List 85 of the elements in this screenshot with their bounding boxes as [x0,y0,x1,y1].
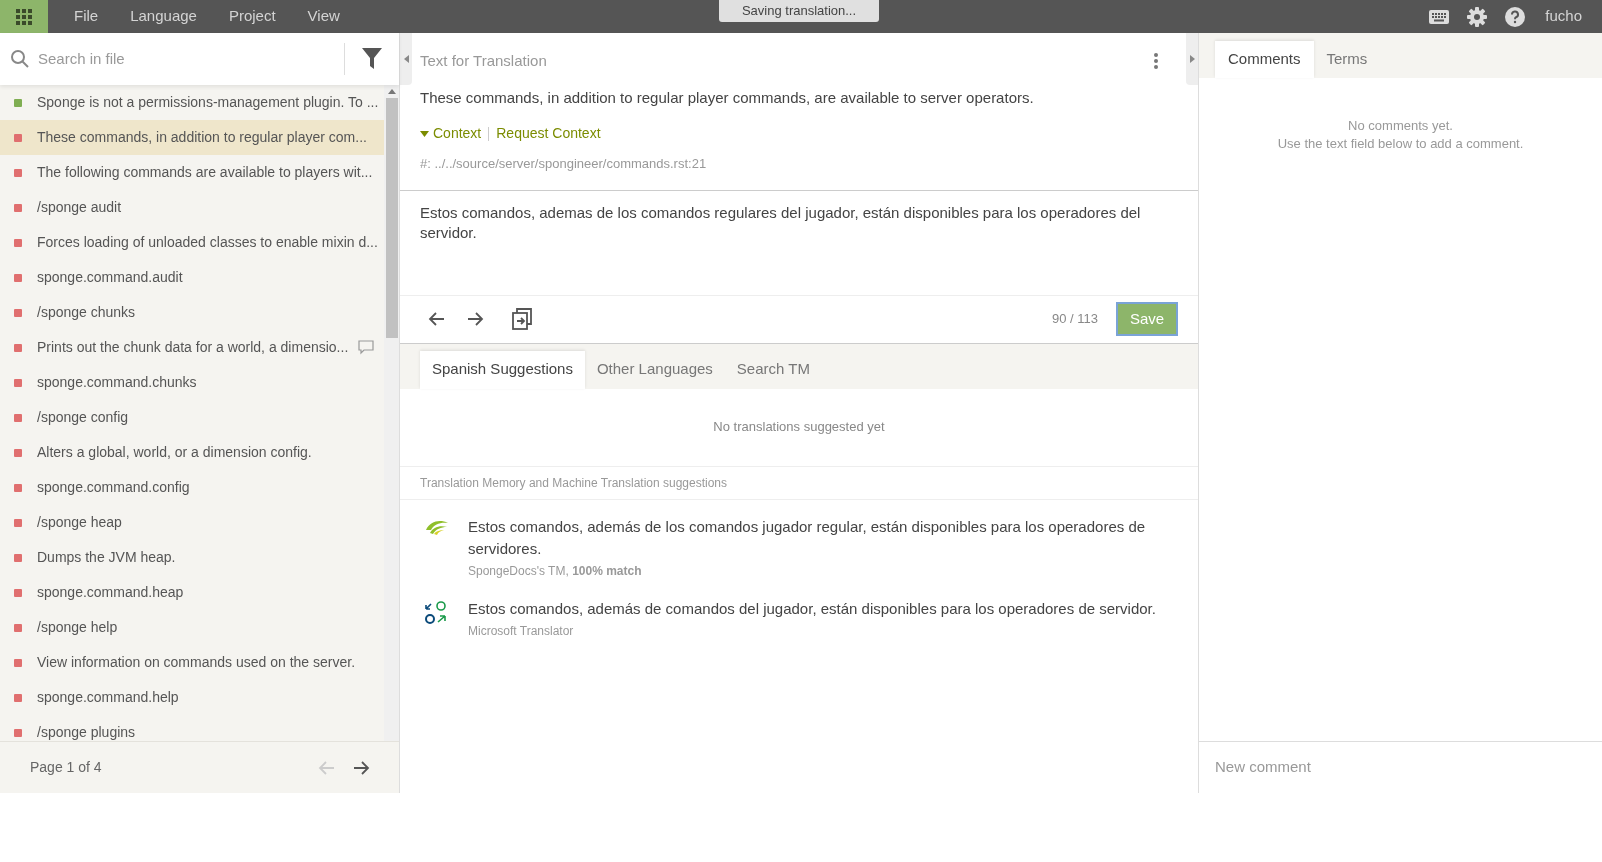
comment-field[interactable]: New comment [1215,756,1602,779]
user-name[interactable]: fucho [1545,5,1582,28]
suggestions-tab[interactable]: Spanish Suggestions [420,350,585,389]
grid-icon [16,8,32,25]
string-item[interactable]: /sponge audit [0,190,384,225]
string-item[interactable]: View information on commands used on the server. [0,645,384,680]
filter-icon[interactable] [362,48,382,70]
tm-suggestion[interactable]: Estos comandos, además de los comandos jugador regular, están disponibles para los operadores de servidores. SpongeDocs's TM, 100% match [400,515,1198,580]
string-text: These commands, in addition to regular player com... [37,128,367,147]
scroll-up-icon[interactable] [387,89,396,94]
copy-source-icon[interactable] [512,308,532,330]
string-text: Dumps the JVM heap. [37,548,176,567]
suggestion-source: SpongeDocs's TM, 100% match [468,562,643,580]
string-item[interactable]: sponge.command.heap [0,575,384,610]
caret-icon [420,130,429,137]
string-text: /sponge heap [37,513,122,532]
help-icon[interactable] [1505,6,1526,27]
more-options-icon[interactable] [1154,53,1158,70]
string-text: The following commands are available to players wit... [37,163,373,182]
string-text: /sponge chunks [37,303,136,322]
string-text: /sponge audit [37,198,122,217]
search-icon [10,49,30,69]
string-item[interactable]: /sponge help [0,610,384,645]
suggestion-text: Estos comandos, además de los comandos jugador regular, están disponibles para los operadores de servidores. [468,516,1147,559]
side-tab[interactable]: Comments [1215,41,1314,78]
menu-item[interactable]: View [291,5,356,28]
page-indicator: Page 1 of 4 [30,758,102,777]
suggestion-source: Microsoft Translator [468,622,575,640]
string-text: sponge.command.help [37,688,179,707]
string-text: /sponge config [37,408,129,427]
string-text: Sponge is not a permissions-management plugin. To ... [37,93,379,112]
menu-item[interactable]: File [58,5,115,28]
empty-comments-message: No comments yet. [1348,117,1453,135]
string-item[interactable]: sponge.command.config [0,470,384,505]
string-text: sponge.command.config [37,478,190,497]
source-heading: Text for Translation [420,51,547,71]
context-toggle[interactable]: Context [420,123,482,144]
string-text: sponge.command.heap [37,583,184,602]
empty-comments-message: Use the text field below to add a comment. [1277,135,1524,153]
string-text: View information on commands used on the server. [37,653,356,672]
empty-suggestions-message: No translations suggested yet [713,418,885,437]
keyboard-icon[interactable] [1429,9,1450,24]
side-tab[interactable]: Terms [1313,41,1381,78]
string-item[interactable]: /sponge config [0,400,384,435]
collapse-left-tab[interactable] [400,33,412,85]
suggestions-tab[interactable]: Search TM [724,350,822,389]
caret-left-icon [403,55,409,63]
translation-field[interactable]: Estos comandos, ademas de los comandos regulares del jugador, están disponibles para los operadores del servidor. [400,190,1198,296]
string-item[interactable]: The following commands are available to players wit... [0,155,384,190]
apps-button[interactable] [0,0,48,33]
string-item[interactable]: sponge.command.chunks [0,365,384,400]
string-text: /sponge help [37,618,118,637]
source-location: #: ../../source/server/spongineer/commands.rst:21 [420,155,708,173]
string-item[interactable]: /sponge heap [0,505,384,540]
string-item[interactable]: Sponge is not a permissions-management plugin. To ... [0,85,384,120]
tm-suggestion[interactable]: Estos comandos, además de comandos del jugador, están disponibles para los operadores de servidor. Microsoft Translator [400,597,1198,640]
suggestions-tab[interactable]: Other Languages [584,350,725,389]
string-item[interactable]: Dumps the JVM heap. [0,540,384,575]
string-item[interactable]: These commands, in addition to regular player com... [0,120,384,155]
string-text: sponge.command.audit [37,268,183,287]
string-item[interactable]: sponge.command.audit [0,260,384,295]
character-counter: 90 / 113 [1051,310,1098,329]
caret-right-icon [1189,55,1195,63]
string-text: sponge.command.chunks [37,373,197,392]
string-text: /sponge plugins [37,723,136,741]
string-item[interactable]: /sponge plugins [0,715,384,741]
string-text: Alters a global, world, or a dimension config. [37,443,312,462]
string-item[interactable]: Prints out the chunk data for a world, a dimensio... [0,330,384,365]
string-item[interactable]: sponge.command.help [0,680,384,715]
menu-item[interactable]: Language [114,5,213,28]
tm-heading: Translation Memory and Machine Translation suggestions [420,474,728,492]
scrollbar-thumb[interactable] [385,98,398,338]
source-text: These commands, in addition to regular player commands, are available to server operators. [420,87,1035,108]
request-context-link[interactable]: Request Context [496,123,601,144]
string-item[interactable]: Alters a global, world, or a dimension config. [0,435,384,470]
saving-notice: Saving translation... [719,0,879,22]
string-text: Prints out the chunk data for a world, a dimensio... [37,338,349,357]
suggestion-text: Estos comandos, además de comandos del jugador, están disponibles para los operadores de servidor. [468,598,1156,619]
string-item[interactable]: Forces loading of unloaded classes to enable mixin d... [0,225,384,260]
string-item[interactable]: /sponge chunks [0,295,384,330]
search-field[interactable]: Search in file [0,33,344,85]
collapse-right-tab[interactable] [1186,33,1198,85]
string-text: Forces loading of unloaded classes to enable mixin d... [37,233,378,252]
menu-item[interactable]: Project [212,5,292,28]
translate-icon [424,599,448,626]
